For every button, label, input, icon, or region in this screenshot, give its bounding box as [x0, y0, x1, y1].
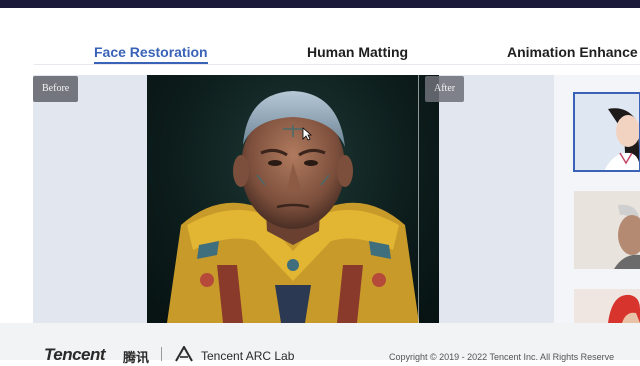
- comparison-slider-handle[interactable]: [418, 75, 419, 323]
- elderly-man-thumbnail: [574, 191, 640, 269]
- footer-separator: [161, 347, 162, 361]
- thumb-young-woman[interactable]: [573, 92, 640, 172]
- tencent-logo-cn: 腾讯: [123, 350, 150, 365]
- elderly-man-portrait: [167, 91, 419, 323]
- copyright-text: Copyright © 2019 - 2022 Tencent Inc. All…: [389, 352, 615, 362]
- mouse-cursor-icon: [302, 127, 312, 141]
- tab-animation-enhance[interactable]: Animation Enhance: [507, 44, 638, 60]
- comparison-viewer[interactable]: Before After: [33, 75, 554, 323]
- arc-lab-name: Tencent ARC Lab: [201, 349, 295, 363]
- tab-human-matting[interactable]: Human Matting: [307, 44, 408, 60]
- red-headwear-thumbnail: [574, 289, 640, 323]
- top-navigation-bar: [0, 0, 640, 8]
- tencent-logo: Tencent: [44, 345, 106, 364]
- young-woman-thumbnail: [574, 93, 640, 171]
- before-label: Before: [33, 76, 79, 102]
- tab-face-restoration[interactable]: Face Restoration: [94, 44, 208, 60]
- tabs-divider: [34, 64, 640, 65]
- active-tab-indicator: [94, 62, 208, 64]
- thumb-red-headwear[interactable]: [574, 289, 640, 323]
- thumb-elderly-man[interactable]: [574, 191, 640, 269]
- after-label: After: [425, 76, 465, 102]
- portrait-image: [147, 75, 439, 323]
